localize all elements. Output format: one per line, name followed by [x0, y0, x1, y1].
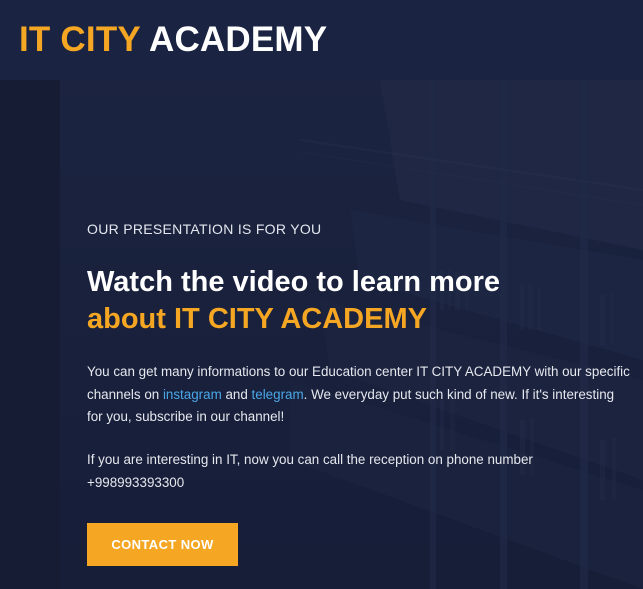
telegram-link[interactable]: telegram — [252, 387, 304, 402]
hero-section: OUR PRESENTATION IS FOR YOU Watch the vi… — [0, 80, 643, 589]
instagram-link[interactable]: instagram — [163, 387, 222, 402]
site-header: IT CITY ACADEMY — [0, 0, 643, 80]
headline-line-2: about IT CITY ACADEMY — [87, 303, 427, 335]
description-text-and: and — [221, 386, 252, 402]
page: IT CITY ACADEMY OUR PRESENTATION IS FOR … — [0, 0, 643, 589]
logo-main-text: ACADEMY — [148, 20, 328, 59]
logo-accent-text: IT CITY — [19, 20, 141, 59]
site-logo[interactable]: IT CITY ACADEMY — [19, 19, 327, 61]
hero-headline: Watch the video to learn more about IT C… — [87, 264, 637, 338]
contact-now-button[interactable]: CONTACT NOW — [87, 523, 238, 566]
reception-info: If you are interesting in IT, now you ca… — [87, 452, 533, 490]
hero-description: You can get many informations to our Edu… — [87, 361, 632, 429]
hero-eyebrow: OUR PRESENTATION IS FOR YOU — [87, 221, 322, 237]
headline-line-1: Watch the video to learn more — [87, 266, 501, 298]
